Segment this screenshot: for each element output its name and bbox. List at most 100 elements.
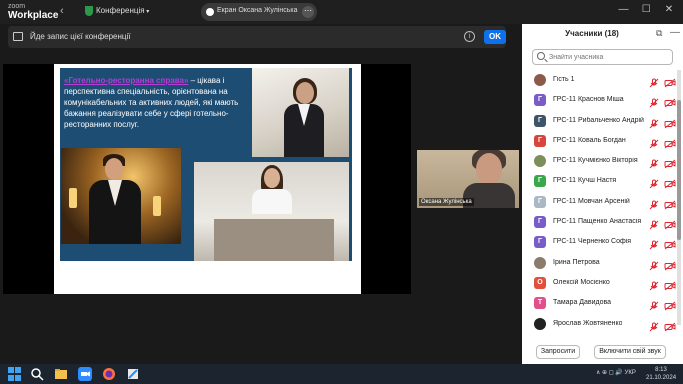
clock-time: 8:13 <box>655 367 667 373</box>
participant-avatar: Г <box>534 94 546 107</box>
close-window-icon[interactable]: ✕ <box>659 4 679 15</box>
participant-avatar: Г <box>534 114 546 127</box>
chevron-left-icon[interactable]: ‹ <box>60 5 64 17</box>
participants-header: Учасники (18) ⧉ — <box>522 24 683 44</box>
participant-row[interactable]: ГРС-11 Кучмієнко Вікторія <box>522 151 683 171</box>
paint-app-icon[interactable] <box>126 367 140 381</box>
window-controls: — ☐ ✕ <box>613 4 679 15</box>
participant-name: Тамара Давидова <box>553 299 612 307</box>
mic-muted-icon[interactable] <box>649 258 659 271</box>
participant-name: ГРС-11 Пащенко Анастасія <box>553 218 642 226</box>
participant-name: ГРС-11 Кучмієнко Вікторія <box>553 157 638 165</box>
participant-avatar: Г <box>534 134 546 147</box>
participant-row[interactable]: О Олексій Мосієнко <box>522 273 683 293</box>
participant-row[interactable]: Г ГРС-11 Черненко Софія <box>522 232 683 252</box>
participant-avatar <box>534 74 546 86</box>
mic-muted-icon[interactable] <box>649 95 659 108</box>
camera-off-icon[interactable] <box>664 95 676 108</box>
camera-off-icon[interactable] <box>664 156 676 169</box>
more-icon[interactable]: ⋯ <box>302 6 314 18</box>
participants-panel: Учасники (18) ⧉ — Гість 1 Г ГРС-11 Краснов… <box>522 24 683 364</box>
camera-off-icon[interactable] <box>664 319 676 331</box>
mic-muted-icon[interactable] <box>649 298 659 311</box>
unmute-self-button[interactable]: Включити свій звук <box>594 345 666 359</box>
camera-off-icon[interactable] <box>664 217 676 230</box>
mic-muted-icon[interactable] <box>649 237 659 250</box>
windows-taskbar: ∧ ⊕ ◻ 🔊 УКР 8:13 21.10.2024 <box>0 364 683 384</box>
participant-name: ГРС-11 Краснов Міша <box>553 96 624 104</box>
participants-list: Гість 1 Г ГРС-11 Краснов Міша Г ГРС-11 Рибал… <box>522 70 683 334</box>
photo-receptionist <box>194 162 349 261</box>
participant-name: ГРС-11 Черненко Софія <box>553 238 632 246</box>
maximize-window-icon[interactable]: ☐ <box>636 4 656 15</box>
mic-muted-icon[interactable] <box>649 176 659 189</box>
participant-avatar: Г <box>534 195 546 208</box>
participant-row[interactable]: Ярослав Жовтяненко <box>522 314 683 334</box>
info-icon[interactable]: i <box>464 31 475 42</box>
camera-off-icon[interactable] <box>664 75 676 88</box>
camera-off-icon[interactable] <box>664 278 676 291</box>
logo-workplace-text: Workplace <box>8 10 59 21</box>
minimize-window-icon[interactable]: — <box>613 4 633 15</box>
camera-off-icon[interactable] <box>664 258 676 271</box>
participant-name: Гість 1 <box>553 76 575 83</box>
camera-off-icon[interactable] <box>664 176 676 189</box>
speaker-video-tile[interactable]: Оксана Жулінська <box>417 150 519 208</box>
ok-button[interactable]: OK <box>484 30 506 44</box>
mic-muted-icon[interactable] <box>649 197 659 210</box>
system-tray[interactable]: ∧ ⊕ ◻ 🔊 УКР <box>596 369 636 376</box>
camera-off-icon[interactable] <box>664 298 676 311</box>
participant-name: ГРС-11 Кучш Настя <box>553 177 617 185</box>
participant-name: Олексій Мосієнко <box>553 278 610 286</box>
mic-muted-icon[interactable] <box>649 75 659 88</box>
participants-footer: Запросити Включити свій звук <box>522 340 683 364</box>
invite-button[interactable]: Запросити <box>536 345 580 359</box>
participant-row[interactable]: Г ГРС-11 Краснов Міша <box>522 90 683 110</box>
slide-content: «Готельно-ресторанна справа» – цікава і … <box>60 68 352 261</box>
camera-off-icon[interactable] <box>664 136 676 149</box>
mic-muted-icon[interactable] <box>649 136 659 149</box>
photo-waiter <box>61 148 181 244</box>
mic-muted-icon[interactable] <box>649 217 659 230</box>
participant-row[interactable]: Г ГРС-11 Коваль Богдан <box>522 131 683 151</box>
participant-avatar <box>534 155 546 168</box>
minimize-panel-icon[interactable]: — <box>670 27 680 38</box>
conference-menu[interactable]: Конференція <box>96 6 149 15</box>
firefox-icon[interactable] <box>102 367 116 381</box>
participant-row[interactable]: Г ГРС-11 Кучш Настя <box>522 171 683 191</box>
participant-avatar: Г <box>534 216 546 229</box>
photo-hostess <box>252 68 349 157</box>
screen-share-chip[interactable]: Екран Оксана Жулінська ⋯ <box>201 3 317 21</box>
participant-row[interactable]: Ірина Петрова <box>522 253 683 273</box>
mic-muted-icon[interactable] <box>649 278 659 291</box>
zoom-app-icon[interactable] <box>78 367 92 381</box>
mic-muted-icon[interactable] <box>649 319 659 331</box>
camera-off-icon[interactable] <box>664 237 676 250</box>
file-explorer-icon[interactable] <box>54 367 68 381</box>
search-icon <box>537 52 545 60</box>
participant-avatar <box>534 317 546 330</box>
participant-row[interactable]: Т Тамара Давидова <box>522 293 683 313</box>
mic-muted-icon[interactable] <box>649 116 659 128</box>
scrollbar-thumb[interactable] <box>677 100 681 240</box>
security-shield-icon[interactable] <box>85 6 93 16</box>
search-icon[interactable] <box>30 367 44 381</box>
participant-row[interactable]: Г ГРС-11 Пащенко Анастасія <box>522 212 683 232</box>
recording-icon <box>13 32 23 41</box>
windows-start-icon[interactable] <box>8 367 22 381</box>
participant-name: ГРС-11 Коваль Богдан <box>553 136 626 144</box>
participant-avatar: Г <box>534 236 546 249</box>
speaker-name: Оксана Жулінська <box>419 198 474 206</box>
taskbar-clock[interactable]: 8:13 21.10.2024 <box>646 366 676 382</box>
participant-row[interactable]: Г ГРС-11 Мовчан Арсеній <box>522 192 683 212</box>
camera-off-icon[interactable] <box>664 116 676 128</box>
participants-scrollbar[interactable] <box>677 70 681 325</box>
presentation-slide: «Готельно-ресторанна справа» – цікава і … <box>54 64 361 294</box>
popout-icon[interactable]: ⧉ <box>656 28 662 39</box>
participant-row[interactable]: Гість 1 <box>522 70 683 90</box>
search-input[interactable] <box>549 52 669 63</box>
participant-search[interactable] <box>532 49 673 65</box>
participant-row[interactable]: Г ГРС-11 Рибальченко Андрій <box>522 111 683 131</box>
camera-off-icon[interactable] <box>664 197 676 210</box>
mic-muted-icon[interactable] <box>649 156 659 169</box>
